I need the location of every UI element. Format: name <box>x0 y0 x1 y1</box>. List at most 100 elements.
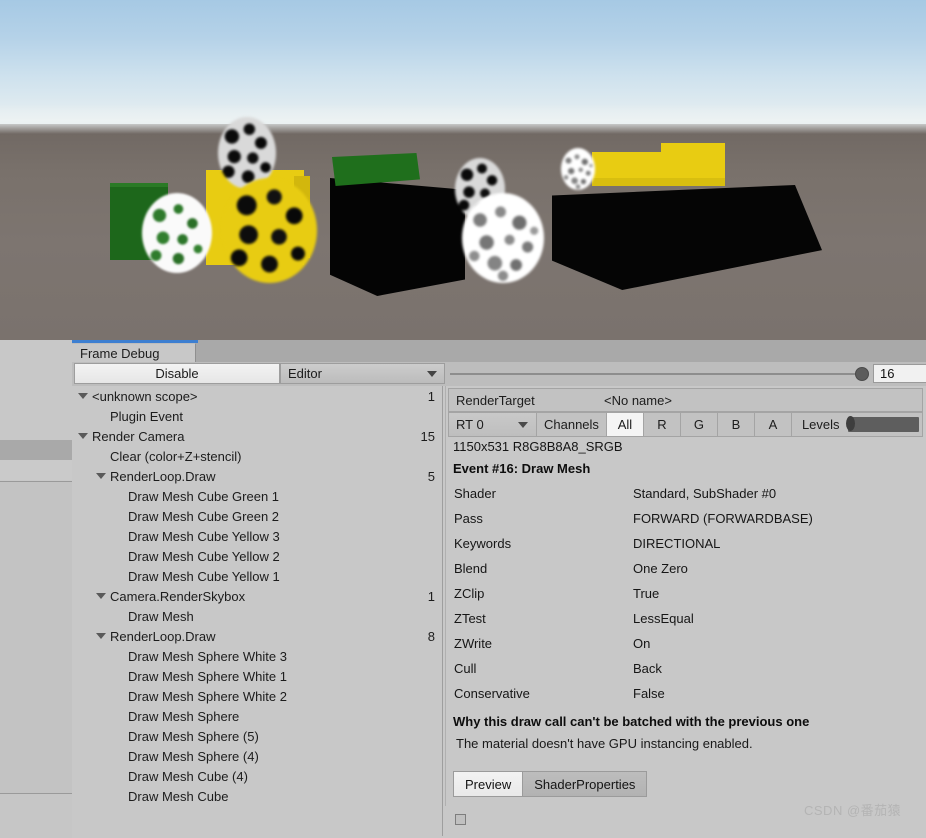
property-value: LessEqual <box>633 611 694 626</box>
render-target-info: 1150x531 R8G8B8A8_SRGB <box>453 439 623 454</box>
app-root: Frame Debug Disable Editor 16 <unknown s… <box>0 0 926 838</box>
event-detail-pane: RenderTarget <No name> RT 0 Channels All… <box>445 386 926 836</box>
channels-label: Channels <box>537 413 607 436</box>
event-slider-track[interactable] <box>450 373 864 375</box>
property-value: False <box>633 686 665 701</box>
scene-viewport[interactable] <box>0 0 926 340</box>
tree-row[interactable]: <unknown scope> 1 <box>72 386 442 406</box>
property-key: Cull <box>454 661 477 676</box>
disable-button-label: Disable <box>155 366 199 381</box>
render-target-name: <No name> <box>604 392 672 408</box>
property-key: Shader <box>454 486 496 501</box>
tree-row-label: Draw Mesh Cube <box>128 788 229 804</box>
sphere-white-1 <box>462 193 544 283</box>
tree-row-count: 15 <box>420 428 435 444</box>
tree-row[interactable]: Draw Mesh Cube Yellow 2 <box>72 546 442 566</box>
tree-row-count: 1 <box>427 588 435 604</box>
target-dropdown-label: Editor <box>288 366 322 381</box>
tree-row-label: Render Camera <box>92 428 185 444</box>
triangle-down-icon[interactable] <box>96 473 106 479</box>
event-tree-pane[interactable]: <unknown scope> 1 Plugin Event Render Camer… <box>72 386 442 836</box>
event-title: Event #16: Draw Mesh <box>453 461 591 476</box>
property-row: ZWrite On <box>445 631 926 656</box>
black-cube-1 <box>330 178 465 296</box>
property-value: One Zero <box>633 561 688 576</box>
texture-foldout-toggle[interactable] <box>455 814 466 825</box>
channel-button-g[interactable]: G <box>680 413 718 436</box>
property-key: Pass <box>454 511 483 526</box>
sphere-white-2 <box>561 148 595 190</box>
property-row: Keywords DIRECTIONAL <box>445 531 926 556</box>
watermark: CSDN @番茄猿 <box>804 803 902 818</box>
batching-reason-title: Why this draw call can't be batched with… <box>453 714 810 729</box>
tree-row-label: Clear (color+Z+stencil) <box>110 448 242 464</box>
tree-row-label: <unknown scope> <box>92 388 198 404</box>
tree-row[interactable]: Draw Mesh Sphere White 1 <box>72 666 442 686</box>
render-target-header: RenderTarget <No name> <box>448 388 923 412</box>
tree-row[interactable]: Clear (color+Z+stencil) <box>72 446 442 466</box>
event-property-list: Shader Standard, SubShader #0 Pass FORWARD … <box>445 481 926 706</box>
tree-row[interactable]: Draw Mesh Cube Yellow 1 <box>72 566 442 586</box>
tab-frame-debug[interactable]: Frame Debug <box>72 343 196 362</box>
triangle-down-icon[interactable] <box>96 593 106 599</box>
triangle-down-icon[interactable] <box>96 633 106 639</box>
disable-button[interactable]: Disable <box>74 363 280 384</box>
tab-shader-properties[interactable]: ShaderProperties <box>522 772 647 796</box>
tree-row-label: Draw Mesh Cube Green 2 <box>128 508 280 524</box>
horizon-glow <box>0 104 926 134</box>
tree-row[interactable]: Draw Mesh Sphere White 3 <box>72 646 442 666</box>
property-row: ZTest LessEqual <box>445 606 926 631</box>
tree-row-label: Draw Mesh <box>128 608 194 624</box>
tree-row[interactable]: Render Camera 15 <box>72 426 442 446</box>
tree-row-label: Draw Mesh Cube Yellow 3 <box>128 528 280 544</box>
event-tree-list: <unknown scope> 1 Plugin Event Render Camer… <box>72 386 442 806</box>
tree-row[interactable]: Camera.RenderSkybox 1 <box>72 586 442 606</box>
target-dropdown[interactable]: Editor <box>280 363 445 384</box>
tree-row-count: 5 <box>427 468 435 484</box>
levels-slider-handle[interactable] <box>845 416 855 431</box>
tree-row-label: Draw Mesh Cube Yellow 1 <box>128 568 280 584</box>
tree-row[interactable]: Draw Mesh <box>72 606 442 626</box>
property-key: Conservative <box>454 686 530 701</box>
property-key: ZWrite <box>454 636 493 651</box>
levels-slider[interactable] <box>845 413 922 436</box>
frame-debugger-toolbar: Disable Editor 16 <box>72 362 926 386</box>
tree-row[interactable]: RenderLoop.Draw 5 <box>72 466 442 486</box>
property-key: ZClip <box>454 586 485 601</box>
tree-row[interactable]: Draw Mesh Sphere (5) <box>72 726 442 746</box>
property-row: Conservative False <box>445 681 926 706</box>
background-panel-body <box>0 481 74 795</box>
tree-row[interactable]: Draw Mesh Cube Green 2 <box>72 506 442 526</box>
tree-row[interactable]: RenderLoop.Draw 8 <box>72 626 442 646</box>
channel-button-all[interactable]: All <box>606 413 644 436</box>
event-index-value: 16 <box>880 366 895 381</box>
tree-row[interactable]: Draw Mesh Sphere (4) <box>72 746 442 766</box>
yellow-cube-3 <box>661 143 725 183</box>
event-index-input[interactable]: 16 <box>873 364 926 383</box>
tree-row-label: RenderLoop.Draw <box>110 468 216 484</box>
tree-row[interactable]: Draw Mesh Cube Yellow 3 <box>72 526 442 546</box>
rt-select-dropdown[interactable]: RT 0 <box>449 413 537 436</box>
triangle-down-icon[interactable] <box>78 393 88 399</box>
property-value: On <box>633 636 651 651</box>
tree-row[interactable]: Draw Mesh Sphere <box>72 706 442 726</box>
sphere-yellow <box>222 178 317 283</box>
tree-row-label: Draw Mesh Sphere White 3 <box>128 648 287 664</box>
triangle-down-icon[interactable] <box>78 433 88 439</box>
tree-row-label: Draw Mesh Sphere (4) <box>128 748 259 764</box>
tree-row-label: Plugin Event <box>110 408 183 424</box>
tree-row[interactable]: Draw Mesh Cube <box>72 786 442 806</box>
tree-row[interactable]: Draw Mesh Cube (4) <box>72 766 442 786</box>
chevron-down-icon <box>427 370 437 377</box>
tree-row[interactable]: Draw Mesh Cube Green 1 <box>72 486 442 506</box>
channel-button-r[interactable]: R <box>643 413 681 436</box>
channel-button-a[interactable]: A <box>754 413 792 436</box>
background-panel-middle <box>0 460 72 480</box>
channel-button-b[interactable]: B <box>717 413 755 436</box>
tab-preview[interactable]: Preview <box>454 772 523 796</box>
tree-row[interactable]: Draw Mesh Sphere White 2 <box>72 686 442 706</box>
property-key: Keywords <box>454 536 512 551</box>
pane-splitter[interactable] <box>442 386 443 836</box>
tree-row[interactable]: Plugin Event <box>72 406 442 426</box>
event-slider-handle[interactable] <box>855 367 869 381</box>
